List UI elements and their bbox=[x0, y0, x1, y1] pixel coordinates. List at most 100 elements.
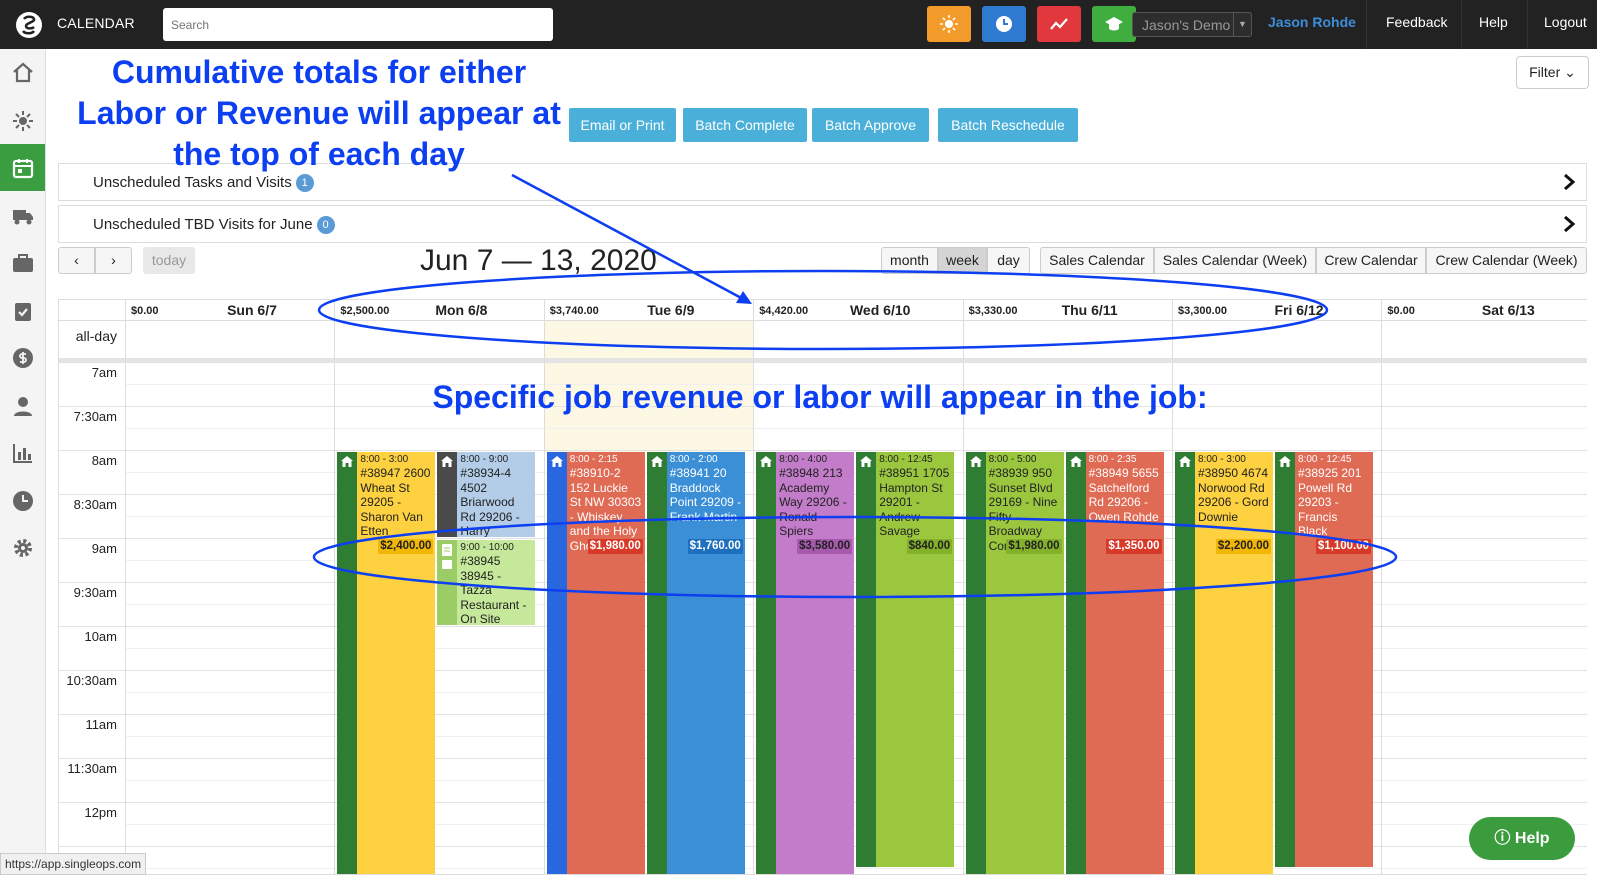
help-link[interactable]: Help bbox=[1479, 14, 1508, 30]
calendar-event[interactable]: 8:00 - 12:45 #38951 1705 Hampton St 29201… bbox=[856, 452, 955, 867]
house-icon bbox=[550, 456, 563, 467]
view-week-button[interactable]: week bbox=[938, 247, 987, 274]
event-title: #38934-4 4502 Briarwood Rd 29206 - Harry bbox=[460, 466, 520, 537]
house-icon bbox=[860, 456, 873, 467]
clock-quick-button[interactable] bbox=[982, 6, 1026, 42]
sidebar-item-user[interactable] bbox=[0, 382, 45, 429]
calendar-event[interactable]: 8:00 - 9:00 #38934-4 4502 Briarwood Rd 29… bbox=[437, 452, 536, 537]
calendar-event[interactable]: 9:00 - 10:00 #38945 38945 - Tazza Restaur… bbox=[437, 540, 536, 625]
sidebar-item-clipboard-check[interactable] bbox=[0, 287, 45, 334]
unscheduled-tbd-panel[interactable]: Unscheduled TBD Visits for June 0 bbox=[58, 205, 1587, 243]
sidebar-item-gear[interactable] bbox=[0, 524, 45, 571]
job-amount: $2,400.00 bbox=[378, 539, 434, 554]
day-header[interactable]: $3,740.00 Tue 6/9 bbox=[544, 302, 754, 322]
time-label: 10am bbox=[84, 629, 117, 644]
sun-quick-button[interactable] bbox=[927, 6, 971, 42]
day-header[interactable]: $0.00 Sat 6/13 bbox=[1381, 302, 1587, 322]
app-title: CALENDAR bbox=[57, 15, 135, 31]
crew-calendar-week-button[interactable]: Crew Calendar (Week) bbox=[1426, 247, 1587, 274]
sidebar-item-clock[interactable] bbox=[0, 477, 45, 524]
day-header[interactable]: $2,500.00 Mon 6/8 bbox=[334, 302, 544, 322]
calendar-event[interactable]: 8:00 - 3:00 #38950 4674 Norwood Rd 29206 … bbox=[1175, 452, 1273, 874]
sidebar-item-sun[interactable] bbox=[0, 97, 45, 144]
event-title: #38948 213 Academy Way 29206 - Ronald Sp… bbox=[779, 466, 847, 539]
chart-line-icon bbox=[1050, 18, 1068, 30]
event-strip bbox=[1065, 452, 1086, 874]
event-strip bbox=[965, 452, 986, 874]
grid-line bbox=[334, 300, 336, 874]
event-body: 8:00 - 2:35 #38949 5655 Satchelford Rd 29… bbox=[1085, 452, 1164, 874]
event-strip bbox=[437, 540, 458, 625]
feedback-link[interactable]: Feedback bbox=[1386, 14, 1447, 30]
sales-calendar-button[interactable]: Sales Calendar bbox=[1040, 247, 1154, 274]
calendar-event[interactable]: 8:00 - 2:15 #38910-2 152 Luckie St NW 303… bbox=[546, 452, 645, 874]
date-range-title: Jun 7 — 13, 2020 bbox=[420, 244, 657, 277]
day-header[interactable]: $0.00 Sun 6/7 bbox=[125, 302, 335, 322]
account-select[interactable]: Jason's Demo ▼ bbox=[1132, 12, 1252, 37]
day-header[interactable]: $4,420.00 Wed 6/10 bbox=[753, 302, 963, 322]
calendar-event[interactable]: 8:00 - 2:35 #38949 5655 Satchelford Rd 29… bbox=[1065, 452, 1164, 874]
day-total: $2,500.00 bbox=[340, 305, 390, 317]
email-print-button[interactable]: Email or Print bbox=[569, 108, 676, 142]
chevron-right-icon bbox=[1564, 215, 1576, 233]
calendar-event[interactable]: 8:00 - 4:00 #38948 213 Academy Way 29206 … bbox=[756, 452, 855, 874]
time-label: 9am bbox=[91, 541, 117, 556]
sidebar-item-dollar[interactable] bbox=[0, 334, 45, 381]
calendar-event[interactable]: 8:00 - 12:45 #38925 201 Powell Rd 29203 -… bbox=[1275, 452, 1373, 867]
time-label: 10:30am bbox=[66, 673, 117, 688]
help-widget-button[interactable]: ⓘ Help bbox=[1469, 817, 1575, 860]
nav-divider bbox=[1461, 0, 1462, 49]
event-time: 8:00 - 2:35 bbox=[1088, 454, 1137, 465]
calendar-event[interactable]: 8:00 - 3:00 #38947 2600 Wheat St 29205 - … bbox=[337, 452, 436, 874]
view-month-button[interactable]: month bbox=[881, 247, 938, 274]
calendar-icon bbox=[12, 159, 34, 179]
sidebar-item-truck[interactable] bbox=[0, 192, 45, 239]
event-strip bbox=[646, 452, 667, 874]
calendar-event[interactable]: 8:00 - 5:00 #38939 950 Sunset Blvd 29169 … bbox=[965, 452, 1064, 874]
graduation-cap-quick-button[interactable] bbox=[1092, 6, 1136, 42]
sun-icon bbox=[940, 15, 958, 33]
event-title: #38941 20 Braddock Point 29209 - Frank M… bbox=[669, 466, 742, 524]
sales-calendar-week-button[interactable]: Sales Calendar (Week) bbox=[1154, 247, 1316, 274]
prev-week-button[interactable]: ‹ bbox=[58, 247, 95, 274]
chart-line-quick-button[interactable] bbox=[1037, 6, 1081, 42]
day-name: Mon 6/8 bbox=[435, 302, 488, 318]
event-time: 8:00 - 3:00 bbox=[360, 454, 409, 465]
time-label: 7am bbox=[91, 365, 117, 380]
event-time: 8:00 - 9:00 bbox=[460, 454, 509, 465]
event-time: 8:00 - 12:45 bbox=[1298, 454, 1352, 465]
clipboard-check-icon bbox=[15, 302, 31, 321]
logout-link[interactable]: Logout bbox=[1544, 14, 1587, 30]
chevron-left-icon: ‹ bbox=[74, 252, 79, 268]
singleops-logo-icon[interactable] bbox=[14, 10, 44, 40]
day-header[interactable]: $3,300.00 Fri 6/12 bbox=[1172, 302, 1382, 322]
sidebar-item-calendar[interactable] bbox=[0, 144, 45, 191]
gear-icon bbox=[14, 539, 32, 557]
batch-complete-button[interactable]: Batch Complete bbox=[683, 108, 807, 142]
unscheduled-tasks-label: Unscheduled Tasks and Visits bbox=[93, 174, 292, 191]
filter-button[interactable]: Filter ⌄ bbox=[1516, 56, 1589, 89]
sidebar-item-home[interactable] bbox=[0, 49, 45, 96]
event-strip bbox=[546, 452, 567, 874]
sidebar-item-bar-chart[interactable] bbox=[0, 429, 45, 476]
view-day-button[interactable]: day bbox=[987, 247, 1030, 274]
house-icon bbox=[1279, 456, 1291, 467]
event-body: 8:00 - 4:00 #38948 213 Academy Way 29206 … bbox=[776, 452, 855, 874]
dollar-icon bbox=[13, 348, 33, 368]
today-button[interactable]: today bbox=[143, 247, 195, 274]
day-total: $4,420.00 bbox=[759, 305, 809, 317]
batch-reschedule-button[interactable]: Batch Reschedule bbox=[938, 108, 1078, 142]
crew-calendar-button[interactable]: Crew Calendar bbox=[1316, 247, 1426, 274]
event-strip bbox=[437, 452, 458, 537]
user-menu-link[interactable]: Jason Rohde bbox=[1268, 14, 1356, 30]
question-icon: ⓘ bbox=[1494, 830, 1511, 847]
batch-approve-button[interactable]: Batch Approve bbox=[812, 108, 929, 142]
day-header[interactable]: $3,330.00 Thu 6/11 bbox=[963, 302, 1173, 322]
calendar-event[interactable]: 8:00 - 2:00 #38941 20 Braddock Point 2920… bbox=[646, 452, 745, 874]
job-amount: $840.00 bbox=[906, 539, 953, 554]
nav-divider bbox=[1527, 0, 1528, 49]
sidebar-item-briefcase[interactable] bbox=[0, 239, 45, 286]
house-icon bbox=[1179, 456, 1191, 467]
next-week-button[interactable]: › bbox=[95, 247, 132, 274]
search-input[interactable] bbox=[163, 8, 553, 41]
